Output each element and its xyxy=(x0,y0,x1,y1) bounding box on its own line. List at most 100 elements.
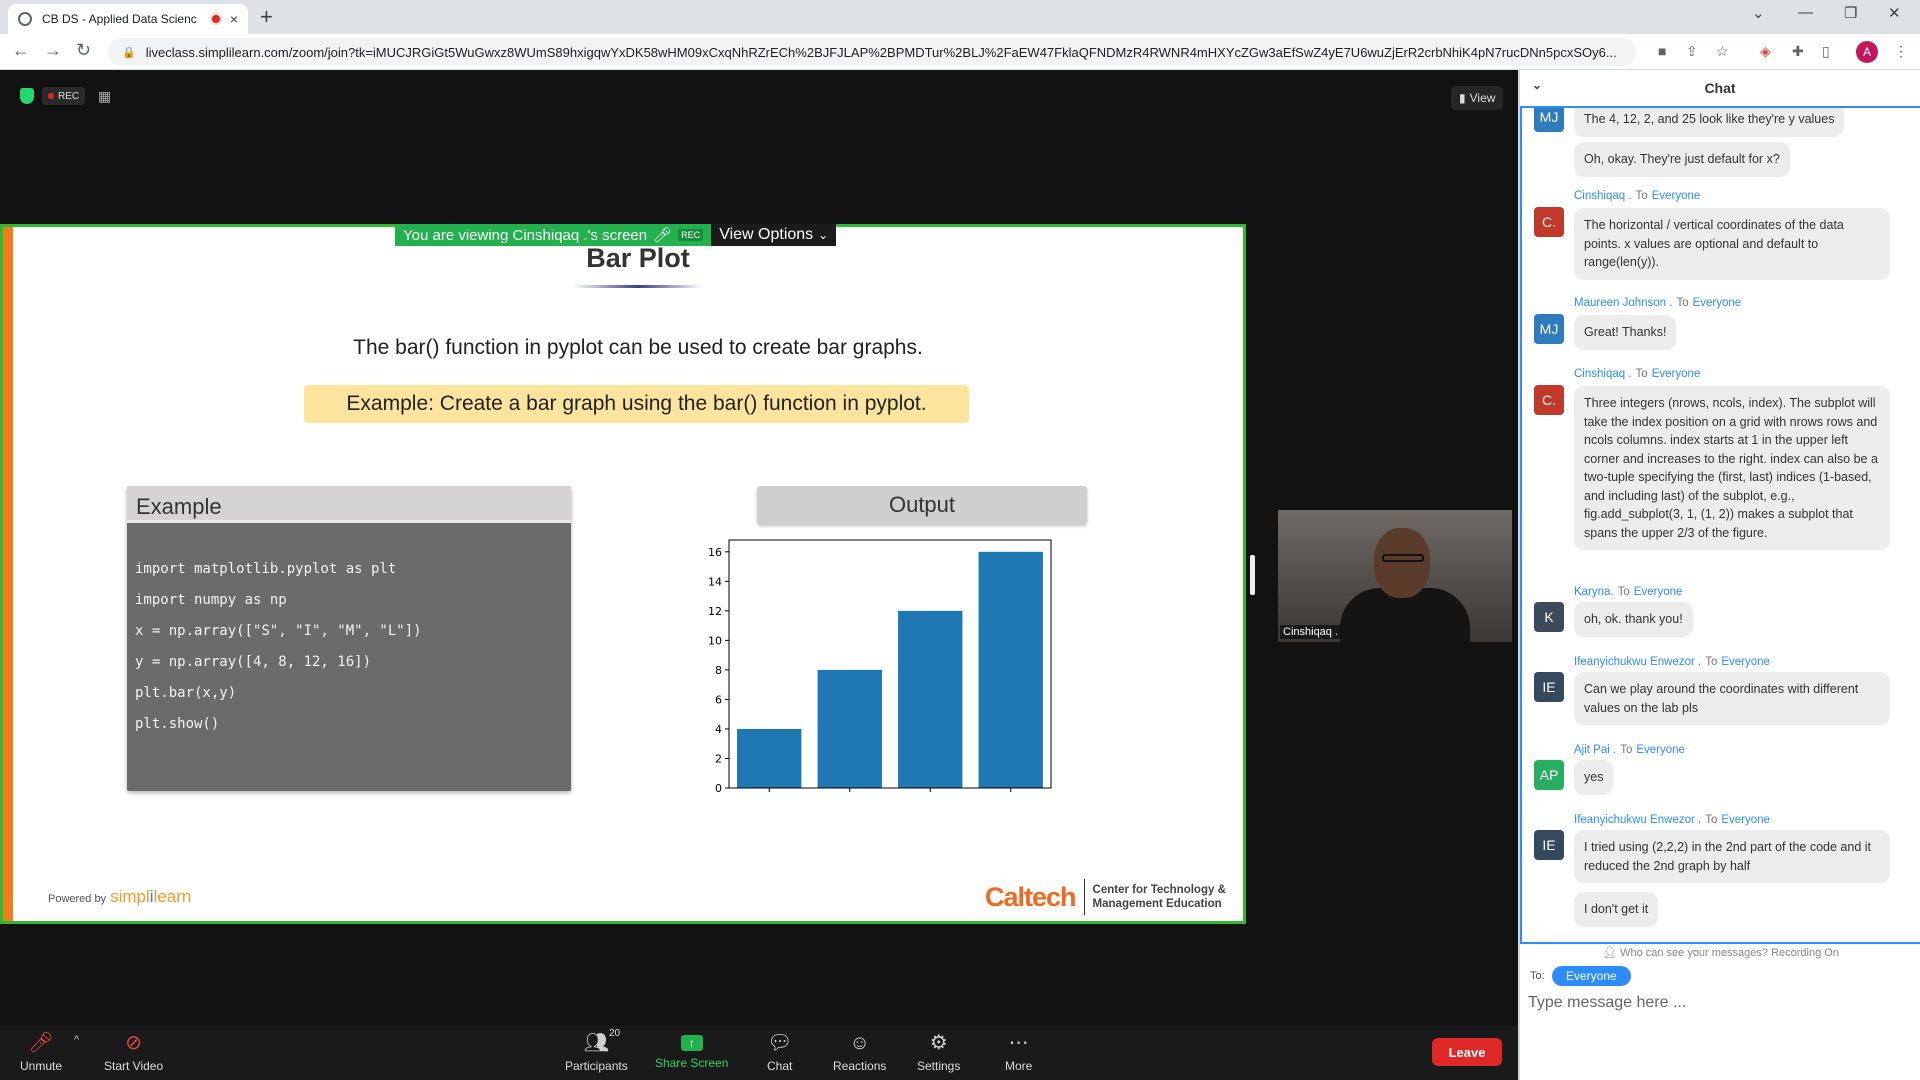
more-button[interactable]: ⋯ More xyxy=(1005,1032,1032,1073)
presenter-video[interactable]: Cinshiqaq . xyxy=(1278,510,1512,642)
message-bubble: Can we play around the coordinates with … xyxy=(1574,672,1890,725)
message-meta: Ajit Pai . To Everyone xyxy=(1574,744,1685,756)
lock-icon[interactable]: 🔒 xyxy=(122,46,136,59)
extension-icon[interactable]: ◈ xyxy=(1760,43,1771,60)
url-text: liveclass.simplilearn.com/zoom/join?tk=i… xyxy=(145,44,1617,60)
message-bubble: Great! Thanks! xyxy=(1574,315,1677,350)
audio-options-caret[interactable]: ^ xyxy=(74,1034,79,1046)
message-meta: Cinshiqaq . To Everyone xyxy=(1574,190,1701,202)
recipient-selector[interactable]: Everyone xyxy=(1552,966,1631,986)
message-bubble: The horizontal / vertical coordinates of… xyxy=(1574,208,1890,280)
y-tick-label: 4 xyxy=(715,723,722,736)
reload-icon[interactable]: ↻ xyxy=(76,40,91,61)
reactions-button[interactable]: ☺ Reactions xyxy=(833,1032,886,1073)
message-bubble: yes xyxy=(1574,760,1614,795)
message-meta: Cinshiqaq . To Everyone xyxy=(1574,368,1701,380)
mic-icon: 🎤︎ xyxy=(653,227,673,244)
participants-button[interactable]: 👥︎ 20 Participants xyxy=(565,1028,628,1073)
who-can-see-notice[interactable]: 👤︎ Who can see your messages? Recording … xyxy=(1520,946,1920,959)
camera-icon[interactable]: ■ xyxy=(1658,43,1666,59)
y-tick-label: 12 xyxy=(708,605,722,618)
recording-badge: REC xyxy=(42,87,86,105)
globe-icon xyxy=(18,12,32,26)
slide-subtitle: The bar() function in pyplot can be used… xyxy=(353,336,923,359)
view-options-button[interactable]: View Options ⌄ xyxy=(711,224,837,246)
leave-button[interactable]: Leave xyxy=(1432,1038,1502,1066)
chart-bar xyxy=(978,551,1043,788)
view-button[interactable]: ▮ View xyxy=(1451,86,1504,110)
close-window-button[interactable]: ✕ xyxy=(1888,4,1901,22)
chart-bar xyxy=(898,610,963,788)
chat-panel: ⌄ Chat MJ The 4, 12, 2, and 25 look like… xyxy=(1518,70,1920,1080)
message-bubble: Three integers (nrows, ncols, index). Th… xyxy=(1574,386,1890,550)
message-bubble: oh, ok. thank you! xyxy=(1574,602,1693,637)
back-icon[interactable]: ← xyxy=(12,40,30,61)
y-tick-label: 6 xyxy=(715,693,722,706)
avatar: MJ xyxy=(1534,108,1564,132)
ctme-text: Center for Technology & Management Educat… xyxy=(1092,884,1226,910)
people-icon: 👤︎ xyxy=(1603,947,1621,959)
recording-icon xyxy=(209,13,222,25)
tab-search-icon[interactable]: ⌄ xyxy=(1752,4,1765,22)
video-person-head xyxy=(1374,528,1430,598)
restore-button[interactable]: ❐ xyxy=(1844,4,1857,22)
code-line: import numpy as np xyxy=(135,592,287,608)
panel-splitter[interactable] xyxy=(1250,555,1255,595)
share-icon[interactable]: ⇪ xyxy=(1686,43,1698,60)
powered-by: Powered by simplilearn xyxy=(48,887,191,907)
settings-button[interactable]: ⚙ Settings xyxy=(917,1032,960,1073)
forward-icon[interactable]: → xyxy=(44,40,62,61)
slide-accent-bar xyxy=(3,227,13,921)
collapse-chevron-icon[interactable]: ⌄ xyxy=(1532,78,1542,92)
chat-message-input[interactable] xyxy=(1528,988,1912,1018)
start-video-button[interactable]: ⊘ Start Video xyxy=(104,1032,163,1073)
chat-title: Chat xyxy=(1704,80,1736,96)
avatar: K xyxy=(1534,602,1564,632)
message-meta: Karyna. To Everyone xyxy=(1574,586,1683,598)
chat-icon: 💬︎ xyxy=(767,1032,793,1054)
star-icon[interactable]: ☆ xyxy=(1716,43,1729,60)
participant-count: 20 xyxy=(609,1028,621,1039)
chart-bar xyxy=(737,728,802,788)
muted-mic-icon: 🎤︎ xyxy=(28,1032,54,1054)
example-header: Example xyxy=(127,486,571,523)
title-underline xyxy=(573,285,703,288)
address-bar[interactable]: 🔒 liveclass.simplilearn.com/zoom/join?tk… xyxy=(108,38,1636,66)
gallery-icon[interactable]: ▦ xyxy=(98,88,111,105)
puzzle-icon[interactable]: ✚ xyxy=(1792,43,1804,60)
chat-message-list[interactable]: MJ The 4, 12, 2, and 25 look like they'r… xyxy=(1520,106,1920,944)
meeting-area: REC ▦ ▮ View Bar Plot The bar() function… xyxy=(0,70,1518,1026)
sidepanel-icon[interactable]: ▯ xyxy=(1822,43,1830,60)
message-bubble: I don't get it xyxy=(1574,892,1659,927)
view-icon: ▮ xyxy=(1459,91,1466,105)
viewing-banner: You are viewing Cinshiqaq .'s screen 🎤︎ … xyxy=(395,224,837,246)
menu-icon[interactable]: ⋮ xyxy=(1894,43,1908,60)
code-line: y = np.array([4, 8, 12, 16]) xyxy=(135,654,372,670)
chevron-down-icon: ⌄ xyxy=(818,228,829,242)
share-screen-button[interactable]: ↑ Share Screen xyxy=(655,1032,728,1070)
shield-icon[interactable] xyxy=(20,88,34,104)
browser-tab[interactable]: CB DS - Applied Data Scienc × xyxy=(8,4,248,34)
video-off-icon: ⊘ xyxy=(125,1032,142,1054)
caltech-logo: Caltech Center for Technology & Managemen… xyxy=(985,879,1226,915)
y-tick-label: 10 xyxy=(708,634,722,647)
code-lines: import matplotlib.pyplot as plt import n… xyxy=(127,523,571,785)
message-meta: Maureen Johnson . To Everyone xyxy=(1574,297,1742,309)
new-tab-button[interactable]: + xyxy=(260,4,273,30)
rec-indicator: REC xyxy=(678,229,704,241)
reactions-icon: ☺ xyxy=(849,1032,870,1054)
shared-screen: Bar Plot The bar() function in pyplot ca… xyxy=(0,224,1246,924)
y-tick-label: 2 xyxy=(715,752,722,765)
bar-chart: S I M L 0 2 4 6 8 10 12 14 16 xyxy=(708,539,1052,797)
y-tick-label: 14 xyxy=(708,575,722,588)
powered-by-label: Powered by xyxy=(48,893,107,905)
chat-button[interactable]: 💬︎ Chat xyxy=(767,1032,792,1073)
tab-close-button[interactable]: × xyxy=(230,11,238,27)
code-line: plt.bar(x,y) xyxy=(135,685,237,701)
profile-avatar[interactable]: A xyxy=(1856,41,1878,63)
minimize-button[interactable]: — xyxy=(1798,4,1813,21)
y-tick-label: 8 xyxy=(715,664,722,677)
y-tick-label: 0 xyxy=(715,782,722,795)
unmute-button[interactable]: 🎤︎ Unmute xyxy=(20,1032,62,1073)
avatar: IE xyxy=(1534,830,1564,860)
